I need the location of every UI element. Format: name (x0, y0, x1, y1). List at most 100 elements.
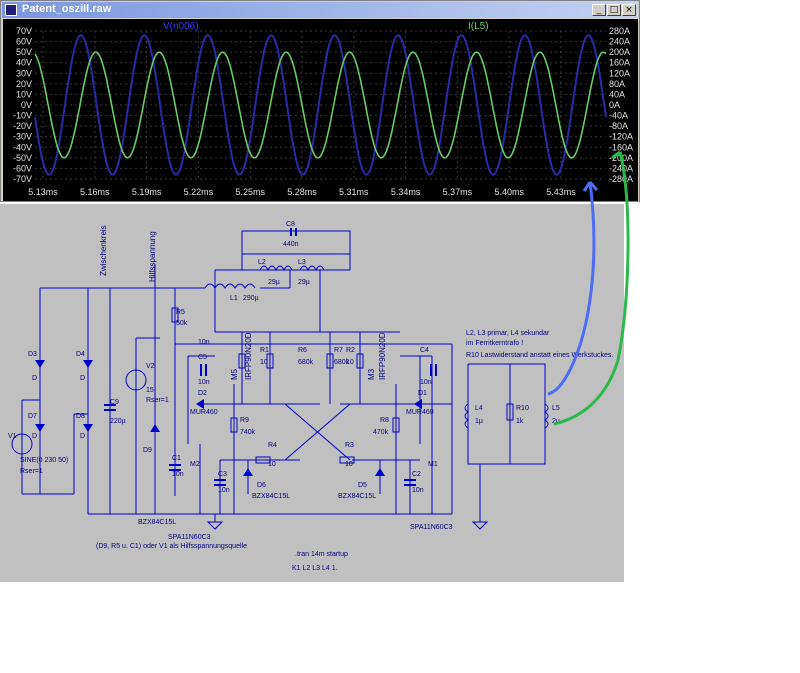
y-left-tick-label: 50V (16, 47, 32, 57)
y-left-tick-label: 30V (16, 68, 32, 78)
label-l5: L5 (552, 405, 560, 412)
waveform-window: Patent_oszill.raw _ □ × 70V 280A 60V 240A 50… (0, 0, 640, 202)
y-right-tick-label: 0A (609, 100, 620, 110)
waveform-app-icon (5, 4, 17, 16)
x-tick-label: 5.25ms (235, 187, 265, 197)
y-left-tick-label: 20V (16, 79, 32, 89)
x-axis-labels: 5.13ms 5.16ms 5.19ms 5.22ms 5.25ms 5.28ms 5.31… (28, 187, 576, 197)
label-l2-value: 29µ (268, 279, 280, 286)
x-tick-label: 5.19ms (132, 187, 162, 197)
y-right-tick-label: -80A (609, 121, 628, 131)
x-tick-label: 5.40ms (494, 187, 524, 197)
label-c9-value: 220µ (110, 418, 126, 425)
y-right-tick-label: -160A (609, 142, 633, 152)
label-l3: L3 (298, 259, 306, 266)
y-left-tick-label: -40V (13, 142, 32, 152)
y-right-tick-label: -280A (609, 174, 633, 184)
window-title: Patent_oszill.raw (22, 3, 112, 15)
y-left-tick-label: -20V (13, 121, 32, 131)
minimize-icon[interactable]: _ (592, 4, 606, 16)
label-c8-value: 440n (283, 241, 299, 248)
close-icon[interactable]: × (622, 4, 636, 16)
label-r2: R2 (346, 347, 355, 354)
y-right-tick-label: -200A (609, 153, 633, 163)
schematic-panel[interactable]: Zwischenkreis Hilfsspannung C8 440n L2 2… (0, 204, 624, 582)
y-left-tick-label: -30V (13, 132, 32, 142)
label-r6: R6 (298, 347, 307, 354)
x-tick-label: 5.43ms (546, 187, 576, 197)
y-right-tick-label: -40A (609, 111, 628, 121)
y-left-tick-label: -50V (13, 153, 32, 163)
label-r4: R4 (268, 442, 277, 449)
label-m3-type: IRFP90N20D (378, 332, 387, 380)
label-l4: L4 (475, 405, 483, 412)
label-d4: D4 (76, 351, 85, 358)
label-r1-value: 10 (260, 359, 268, 366)
y-left-tick-label: 0V (21, 100, 32, 110)
label-note-r2: im Ferritkerntrafo ! (466, 340, 523, 347)
label-m5-type: IRFP90N20D (244, 332, 253, 380)
label-d2-value: MUR460 (190, 409, 218, 416)
y-left-tick-label: -70V (13, 174, 32, 184)
label-l1: L1 (230, 295, 238, 302)
label-d6: D6 (257, 482, 266, 489)
label-d7: D7 (28, 413, 37, 420)
label-r10: R10 (516, 405, 529, 412)
y-right-tick-label: 240A (609, 37, 630, 47)
label-m5: M5 (230, 368, 239, 380)
label-d1-value: MUR460 (406, 409, 434, 416)
trace-label-v[interactable]: V(n006) (163, 21, 199, 32)
label-c2: C2 (412, 471, 421, 478)
label-d9: D9 (143, 447, 152, 454)
label-tran: .tran 14m startup (295, 551, 348, 558)
schematic-labels: Zwischenkreis Hilfsspannung C8 440n L2 2… (8, 221, 613, 572)
maximize-icon[interactable]: □ (607, 4, 621, 16)
label-c8: C8 (286, 221, 295, 228)
label-v1-rser: Rser=1 (20, 468, 43, 475)
label-d5: D5 (358, 482, 367, 489)
x-tick-label: 5.31ms (339, 187, 369, 197)
label-d4-value: D (80, 375, 85, 382)
label-l1-value: 290µ (243, 295, 259, 302)
y-right-tick-label: 120A (609, 68, 630, 78)
label-d3: D3 (28, 351, 37, 358)
y-right-tick-label: 280A (609, 26, 630, 36)
label-r2-value: 10 (346, 359, 354, 366)
label-r7: R7 (334, 347, 343, 354)
label-r9: R9 (240, 417, 249, 424)
label-v1-value: SINE(0 230 50) (20, 457, 68, 464)
label-coupling: K1 L2 L3 L4 1. (292, 565, 338, 572)
label-d8: D8 (76, 413, 85, 420)
label-l5-value: 2µ (552, 418, 560, 425)
label-d5-value: BZX84C15L (338, 493, 376, 500)
label-note-r3: R10 Lastwiderstand anstatt eines Werkstu… (466, 352, 613, 359)
x-tick-label: 5.22ms (184, 187, 214, 197)
waveform-plot[interactable]: 70V 280A 60V 240A 50V 200A 40V 160A 30V 120A 20V 80… (3, 19, 638, 201)
label-v2-rser: Rser=1 (146, 397, 169, 404)
y-right-tick-label: 40A (609, 89, 625, 99)
label-l3-value: 29µ (298, 279, 310, 286)
x-tick-label: 5.16ms (80, 187, 110, 197)
label-c5: C5 (198, 354, 207, 361)
label-c4-value: 10n (420, 379, 432, 386)
label-v2: V2 (146, 363, 155, 370)
label-r10-value: 1k (516, 418, 524, 425)
window-titlebar[interactable]: Patent_oszill.raw _ □ × (2, 2, 638, 18)
label-note-bottom: (D9, R5 u. C1) oder V1 als Hilfsspannung… (96, 543, 247, 550)
label-r1: R1 (260, 347, 269, 354)
label-l2: L2 (258, 259, 266, 266)
plot-svg[interactable]: 70V 280A 60V 240A 50V 200A 40V 160A 30V 120A 20V 80… (3, 19, 638, 201)
label-v1: V1 (8, 433, 17, 440)
schematic-svg[interactable]: Zwischenkreis Hilfsspannung C8 440n L2 2… (0, 204, 624, 582)
label-c3: C3 (218, 471, 227, 478)
label-d7-value: D (32, 433, 37, 440)
label-spa-left: SPA11N60C3 (168, 534, 211, 541)
y-right-tick-label: 160A (609, 58, 630, 68)
label-c4: C4 (420, 347, 429, 354)
y-left-tick-label: -60V (13, 163, 32, 173)
trace-label-i[interactable]: I(L5) (468, 21, 489, 32)
label-r5: R5 (176, 309, 185, 316)
y-right-tick-label: -240A (609, 163, 633, 173)
x-tick-label: 5.37ms (443, 187, 473, 197)
label-zwischenkreis: Zwischenkreis (99, 225, 108, 276)
